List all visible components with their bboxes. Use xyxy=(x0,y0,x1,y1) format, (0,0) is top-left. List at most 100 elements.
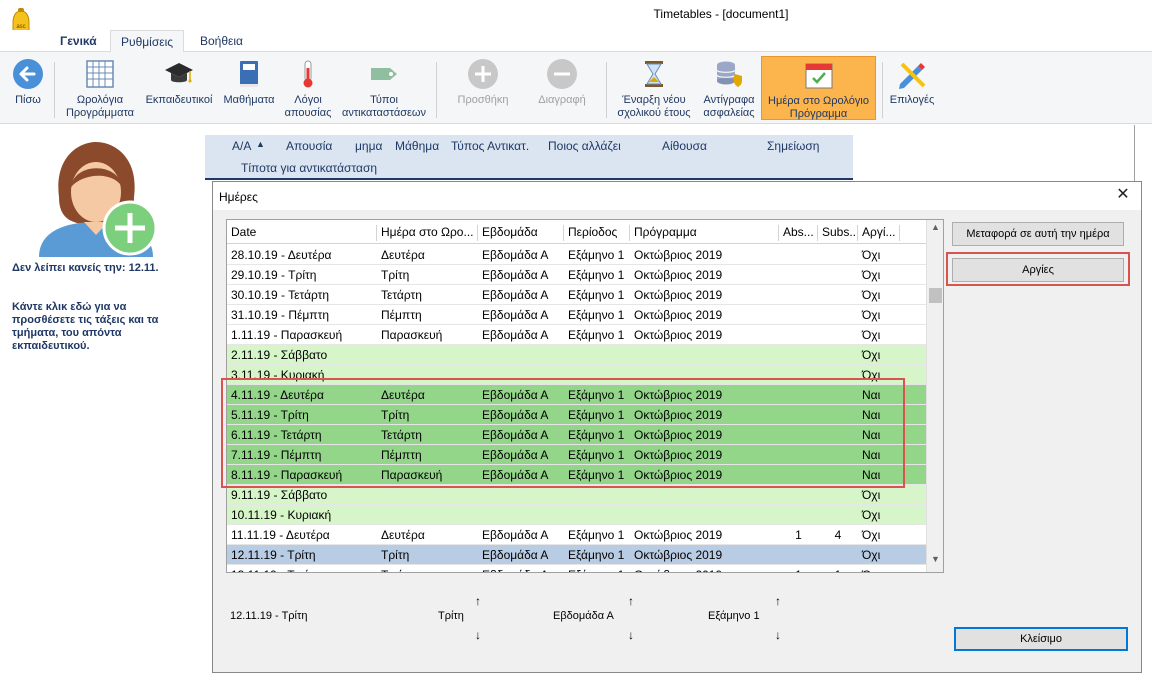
database-shield-icon xyxy=(716,61,742,87)
footer-day: Τρίτη xyxy=(438,610,464,622)
cell-holiday: Όχι xyxy=(862,248,881,262)
day-row[interactable]: 9.11.19 - Σάββατο Όχι xyxy=(227,485,927,505)
period-prev-arrow-icon[interactable]: ↑ xyxy=(773,594,783,608)
col-period[interactable]: Περίοδος xyxy=(564,225,630,241)
col-who-changes[interactable]: Ποιος αλλάζει xyxy=(548,139,621,153)
cell-holiday: Όχι xyxy=(862,348,881,362)
cell-week: Εβδομάδα Α xyxy=(482,388,549,402)
day-row[interactable]: 11.11.19 - Δευτέρα Δευτέρα Εβδομάδα Α Εξάμη… xyxy=(227,525,927,545)
cell-week: Εβδομάδα Α xyxy=(482,548,549,562)
add-classes-hint[interactable]: Κάντε κλικ εδώ για να προσθέσετε τις τάξ… xyxy=(12,301,182,353)
cell-period: Εξάμηνο 1 xyxy=(564,568,630,572)
day-row[interactable]: 30.10.19 - Τετάρτη Τετάρτη Εβδομάδα Α Εξάμη… xyxy=(227,285,927,305)
cell-holiday: Όχι xyxy=(862,268,881,282)
menu-bar: Γενικά Ρυθμίσεις Βοήθεια xyxy=(0,30,1152,53)
col-substitutions[interactable]: Subs... xyxy=(818,225,858,241)
col-absence[interactable]: Απουσία xyxy=(286,139,332,153)
move-to-day-button[interactable]: Μεταφορά σε αυτή την ημέρα xyxy=(952,222,1124,246)
tab-general[interactable]: Γενικά xyxy=(50,30,107,52)
col-aa[interactable]: Α/Α xyxy=(232,139,251,153)
day-row[interactable]: 31.10.19 - Πέμπτη Πέμπτη Εβδομάδα Α Εξάμηνο… xyxy=(227,305,927,325)
absence-reasons-button[interactable]: Λόγοι απουσίας xyxy=(282,56,334,120)
close-button[interactable]: Κλείσιμο xyxy=(954,627,1128,651)
cell-week: Εβδομάδα Α xyxy=(482,308,549,322)
day-row[interactable]: 5.11.19 - Τρίτη Τρίτη Εβδομάδα Α Εξάμηνο 1 Ο… xyxy=(227,405,927,425)
col-note[interactable]: Σημείωση xyxy=(767,139,819,153)
book-icon xyxy=(240,61,258,87)
timetables-button[interactable]: Ωρολόγια Προγράμματα xyxy=(60,56,140,120)
day-row[interactable]: 12.11.19 - Τρίτη Τρίτη Εβδομάδα Α Εξάμηνο 1… xyxy=(227,545,927,565)
substitution-types-button[interactable]: Τύποι αντικαταστάσεων xyxy=(336,56,432,120)
day-next-arrow-icon[interactable]: ↓ xyxy=(473,628,483,642)
delete-button[interactable]: Διαγραφή xyxy=(528,56,596,120)
day-row[interactable]: 4.11.19 - Δευτέρα Δευτέρα Εβδομάδα Α Εξάμην… xyxy=(227,385,927,405)
teachers-button[interactable]: Εκπαιδευτικοί xyxy=(142,56,216,120)
teacher-avatar-add-icon[interactable] xyxy=(34,137,160,257)
day-prev-arrow-icon[interactable]: ↑ xyxy=(473,594,483,608)
col-holiday[interactable]: Αργί... xyxy=(858,225,900,241)
col-subject[interactable]: Μάθημα xyxy=(395,139,439,153)
cell-holiday: Όχι xyxy=(862,328,881,342)
scrollbar-thumb[interactable] xyxy=(929,288,942,303)
day-row[interactable]: 2.11.19 - Σάββατο Όχι xyxy=(227,345,927,365)
ribbon-separator xyxy=(882,62,883,118)
scroll-up-icon[interactable]: ▲ xyxy=(927,222,943,236)
footer-week: Εβδομάδα Α xyxy=(553,610,614,622)
col-day-in-timetable[interactable]: Ημέρα στο Ωρο... xyxy=(377,225,478,241)
col-absences[interactable]: Abs... xyxy=(779,225,818,241)
holidays-button[interactable]: Αργίες xyxy=(952,258,1124,282)
day-row[interactable]: 1.11.19 - Παρασκευή Παρασκευή Εβδομάδα Α Εξ… xyxy=(227,325,927,345)
cell-holiday: Ναι xyxy=(862,448,881,462)
back-button[interactable]: Πίσω xyxy=(4,56,52,120)
calendar-check-icon xyxy=(805,63,832,89)
col-substitution-type[interactable]: Τύπος Αντικατ. xyxy=(451,139,529,153)
day-row[interactable]: 8.11.19 - Παρασκευή Παρασκευή Εβδομάδα Α Εξ… xyxy=(227,465,927,485)
tab-settings[interactable]: Ρυθμίσεις xyxy=(110,30,185,53)
days-table-scrollbar[interactable]: ▲ ▼ xyxy=(926,220,943,572)
substitution-types-label: Τύποι αντικαταστάσεων xyxy=(341,94,427,119)
close-icon[interactable]: ✕ xyxy=(1115,187,1131,203)
cell-week: Εβδομάδα Α xyxy=(482,528,549,542)
col-week[interactable]: Εβδομάδα xyxy=(478,225,564,241)
cell-week: Εβδομάδα Α xyxy=(482,328,549,342)
absence-info-panel[interactable]: Δεν λείπει κανείς την: 12.11. Κάντε κλικ… xyxy=(0,125,205,673)
week-next-arrow-icon[interactable]: ↓ xyxy=(626,628,636,642)
no-absence-text: Δεν λείπει κανείς την: 12.11. xyxy=(12,262,159,274)
cell-program: Οκτώβριος 2019 xyxy=(634,308,723,322)
ribbon-separator xyxy=(54,62,55,118)
col-date[interactable]: Date xyxy=(227,225,377,241)
options-button[interactable]: Επιλογές xyxy=(886,56,938,120)
col-program[interactable]: Πρόγραμμα xyxy=(630,225,779,241)
col-room[interactable]: Αίθουσα xyxy=(662,139,707,153)
subjects-button[interactable]: Μαθήματα xyxy=(218,56,280,120)
day-row[interactable]: 13.11.19 - ΤετάρτηΤετάρτηΕβδομάδα ΑΕξάμη… xyxy=(227,565,927,572)
day-row[interactable]: 10.11.19 - Κυριακή Όχι xyxy=(227,505,927,525)
day-row[interactable]: 28.10.19 - Δευτέρα Δευτέρα Εβδομάδα Α Εξάμη… xyxy=(227,245,927,265)
cell-holiday: Ναι xyxy=(862,408,881,422)
week-prev-arrow-icon[interactable]: ↑ xyxy=(626,594,636,608)
days-table[interactable]: Date Ημέρα στο Ωρο... Εβδομάδα Περίοδος … xyxy=(226,219,944,573)
cell-period: Εξάμηνο 1 xyxy=(568,388,625,402)
absence-reasons-label: Λόγοι απουσίας xyxy=(284,94,332,119)
cell-week: Εβδομάδα Α xyxy=(478,568,564,572)
day-row[interactable]: 29.10.19 - Τρίτη Τρίτη Εβδομάδα Α Εξάμηνο 1… xyxy=(227,265,927,285)
cell-program: Οκτώβριος 2019 xyxy=(634,428,723,442)
day-row[interactable]: 6.11.19 - Τετάρτη Τετάρτη Εβδομάδα Α Εξάμην… xyxy=(227,425,927,445)
tab-help[interactable]: Βοήθεια xyxy=(190,30,253,52)
cell-period: Εξάμηνο 1 xyxy=(568,408,625,422)
col-tmima[interactable]: μημα xyxy=(355,139,382,153)
add-button[interactable]: Προσθήκη xyxy=(450,56,516,120)
cell-holiday: Όχι xyxy=(862,528,881,542)
backups-button[interactable]: Αντίγραφα ασφαλείας xyxy=(698,56,760,120)
day-in-timetable-button[interactable]: Ημέρα στο Ωρολόγιο Πρόγραμμα xyxy=(761,56,876,120)
cell-period: Εξάμηνο 1 xyxy=(568,328,625,342)
cell-date: 3.11.19 - Κυριακή xyxy=(231,368,325,382)
new-year-button[interactable]: Έναρξη νέου σχολικού έτους xyxy=(612,56,696,120)
period-next-arrow-icon[interactable]: ↓ xyxy=(773,628,783,642)
cell-holiday: Ναι xyxy=(862,428,881,442)
cell-holiday: Όχι xyxy=(862,488,881,502)
day-row[interactable]: 7.11.19 - Πέμπτη Πέμπτη Εβδομάδα Α Εξάμηνο … xyxy=(227,445,927,465)
cell-period: Εξάμηνο 1 xyxy=(568,248,625,262)
scroll-down-icon[interactable]: ▼ xyxy=(927,554,943,568)
day-row[interactable]: 3.11.19 - Κυριακή Όχι xyxy=(227,365,927,385)
